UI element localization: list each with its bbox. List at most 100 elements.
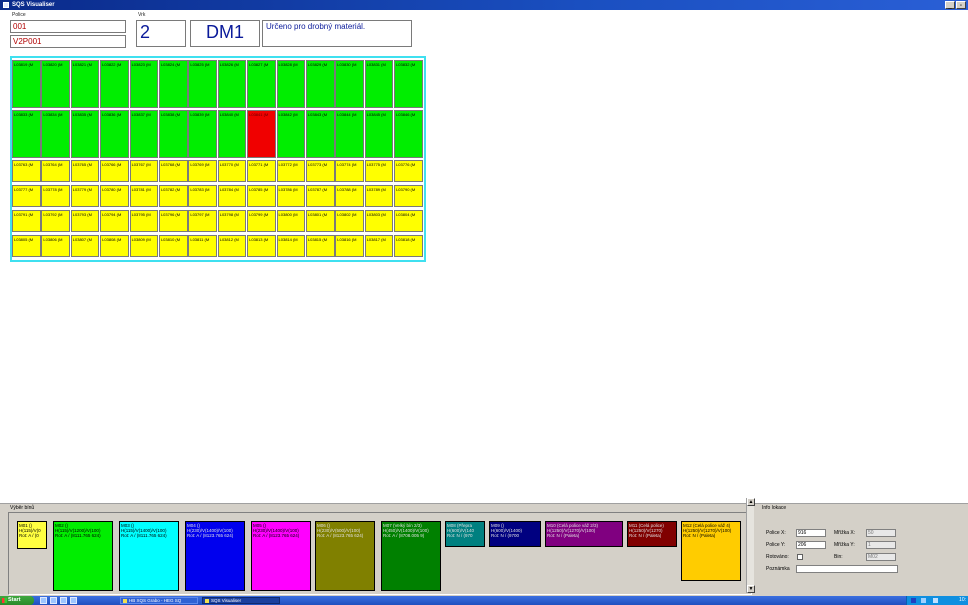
- grid-cell[interactable]: L03815 (M: [305, 235, 335, 257]
- bin-tile[interactable]: M08 (Přepra H(600)/V(140 Rot: N / (970: [445, 521, 485, 547]
- grid-cell[interactable]: L03838 (M: [158, 110, 188, 158]
- grid-cell[interactable]: L03814 (M: [276, 235, 306, 257]
- grid-cell[interactable]: L03811 (M: [188, 235, 217, 257]
- grid-cell[interactable]: L03845 (M: [364, 110, 394, 158]
- police-field[interactable]: 001: [10, 20, 126, 33]
- grid-cell[interactable]: L03769 (M: [188, 160, 217, 182]
- grid-cell[interactable]: L03768 (M: [158, 160, 188, 182]
- grid-cell[interactable]: L03844 (M: [335, 110, 364, 158]
- grid-cell[interactable]: L03781 (M: [129, 185, 159, 207]
- grid-cell[interactable]: L03824 (M: [158, 60, 188, 108]
- language-icon[interactable]: [911, 598, 916, 603]
- grid-cell[interactable]: L03792 (M: [41, 210, 70, 232]
- grid-cell[interactable]: L03803 (M: [364, 210, 394, 232]
- grid-cell[interactable]: L03842 (M: [276, 110, 306, 158]
- volume-icon[interactable]: [933, 598, 938, 603]
- grid-cell[interactable]: L03831 (M: [364, 60, 394, 108]
- bin-tile[interactable]: M04 () H(230)/V(1400)/V(100) Rot: A / (812…: [185, 521, 245, 591]
- grid-cell[interactable]: L03819 (M: [12, 60, 41, 108]
- grid-cell[interactable]: L03788 (M: [335, 185, 364, 207]
- grid-cell[interactable]: L03763 (M: [12, 160, 41, 182]
- scroll-down-arrow-icon[interactable]: ▼: [747, 585, 755, 593]
- grid-cell[interactable]: L03797 (M: [188, 210, 217, 232]
- desktop-icon[interactable]: [50, 597, 57, 604]
- start-button[interactable]: Start: [0, 596, 34, 605]
- grid-cell[interactable]: L03808 (M: [100, 235, 129, 257]
- grid-cell[interactable]: L03799 (M: [247, 210, 276, 232]
- grid-cell[interactable]: L03846 (M: [394, 110, 423, 158]
- grid-cell[interactable]: L03798 (M: [217, 210, 247, 232]
- police-x-input[interactable]: 916: [796, 529, 826, 537]
- grid-cell[interactable]: L03840 (M: [217, 110, 247, 158]
- grid-cell[interactable]: L03823 (M: [129, 60, 159, 108]
- grid-cell[interactable]: L03773 (M: [305, 160, 335, 182]
- bins-scrollbar[interactable]: ▲ ▼: [746, 498, 755, 593]
- grid-cell[interactable]: L03834 (M: [41, 110, 70, 158]
- bin-tile[interactable]: M02 () H(115)/V(1200)/V(100) Rot: A / (811…: [53, 521, 113, 591]
- grid-cell[interactable]: L03807 (M: [70, 235, 100, 257]
- bin-tile[interactable]: M03 () H(115)/V(1400)/V(100) Rot: A / (811…: [119, 521, 179, 591]
- restore-button[interactable]: ▫: [956, 1, 966, 9]
- grid-cell[interactable]: L03783 (M: [188, 185, 217, 207]
- grid-cell[interactable]: L03804 (M: [394, 210, 423, 232]
- task-grabo[interactable]: HB XQS Grabo - HEG SQ: [120, 597, 198, 604]
- police-y-input[interactable]: 206: [796, 541, 826, 549]
- grid-cell[interactable]: L03775 (M: [364, 160, 394, 182]
- grid-cell[interactable]: L03796 (M: [158, 210, 188, 232]
- grid-cell[interactable]: L03800 (M: [276, 210, 306, 232]
- grid-cell[interactable]: L03787 (M: [305, 185, 335, 207]
- grid-cell[interactable]: L03777 (M: [12, 185, 41, 207]
- grid-cell[interactable]: L03764 (M: [41, 160, 70, 182]
- grid-cell[interactable]: L03767 (M: [129, 160, 159, 182]
- grid-cell[interactable]: L03825 (M: [188, 60, 217, 108]
- grid-cell[interactable]: L03782 (M: [158, 185, 188, 207]
- grid-cell[interactable]: L03774 (M: [335, 160, 364, 182]
- bin-tile[interactable]: M10 (Celá police váž 2/3) H(1250)/V(1270)…: [545, 521, 623, 547]
- grid-cell[interactable]: L03793 (M: [70, 210, 100, 232]
- folder-icon[interactable]: [70, 597, 77, 604]
- grid-cell[interactable]: L03812 (M: [217, 235, 247, 257]
- grid-cell[interactable]: L03790 (M: [394, 185, 423, 207]
- grid-cell[interactable]: L03843 (M: [305, 110, 335, 158]
- grid-cell[interactable]: L03830 (M: [335, 60, 364, 108]
- grid-cell[interactable]: L03809 (M: [129, 235, 159, 257]
- grid-cell[interactable]: L03822 (M: [100, 60, 129, 108]
- poznamka-input[interactable]: [796, 565, 898, 573]
- bin-tile[interactable]: M11 (Celá police) H(1250)/V(1270) Rot: N /…: [627, 521, 677, 547]
- grid-cell[interactable]: L03826 (M: [217, 60, 247, 108]
- grid-cell[interactable]: L03841 (M: [247, 110, 276, 158]
- grid-cell[interactable]: L03833 (M: [12, 110, 41, 158]
- scroll-up-arrow-icon[interactable]: ▲: [747, 498, 755, 506]
- grid-cell[interactable]: L03771 (M: [247, 160, 276, 182]
- ie-icon[interactable]: [40, 597, 47, 604]
- grid-cell[interactable]: L03806 (M: [41, 235, 70, 257]
- grid-cell[interactable]: L03839 (M: [188, 110, 217, 158]
- bin-tile[interactable]: M12 (Celá police váž 4) H(1250)/V(1270)/V…: [681, 521, 741, 581]
- title-bar[interactable]: SQS Visualiser _ ▫: [0, 0, 968, 10]
- grid-cell[interactable]: L03829 (M: [305, 60, 335, 108]
- grid-cell[interactable]: L03791 (M: [12, 210, 41, 232]
- grid-cell[interactable]: L03820 (M: [41, 60, 70, 108]
- grid-cell[interactable]: L03828 (M: [276, 60, 306, 108]
- grid-cell[interactable]: L03836 (M: [100, 110, 129, 158]
- grid-cell[interactable]: L03827 (M: [247, 60, 276, 108]
- grid-cell[interactable]: L03810 (M: [158, 235, 188, 257]
- grid-cell[interactable]: L03789 (M: [364, 185, 394, 207]
- grid-cell[interactable]: L03835 (M: [70, 110, 100, 158]
- task-sqs-visualiser[interactable]: SQS Visualiser: [202, 597, 280, 604]
- grid-cell[interactable]: L03794 (M: [100, 210, 129, 232]
- bin-tile[interactable]: M09 () H(600)/V(1400) Rot: N / (9700: [489, 521, 541, 547]
- network-icon[interactable]: [921, 598, 926, 603]
- bin-tile[interactable]: M06 () H(230)/V(500)/V(100) Rot: A / (8123…: [315, 521, 375, 591]
- grid-cell[interactable]: L03786 (M: [276, 185, 306, 207]
- grid-cell[interactable]: L03801 (M: [305, 210, 335, 232]
- minimize-button[interactable]: _: [945, 1, 955, 9]
- grid-cell[interactable]: L03784 (M: [217, 185, 247, 207]
- grid-cell[interactable]: L03776 (M: [394, 160, 423, 182]
- grid-cell[interactable]: L03805 (M: [12, 235, 41, 257]
- grid-cell[interactable]: L03821 (M: [70, 60, 100, 108]
- rotovano-checkbox[interactable]: [797, 554, 803, 560]
- grid-cell[interactable]: L03802 (M: [335, 210, 364, 232]
- grid-cell[interactable]: L03779 (M: [70, 185, 100, 207]
- grid-cell[interactable]: L03785 (M: [247, 185, 276, 207]
